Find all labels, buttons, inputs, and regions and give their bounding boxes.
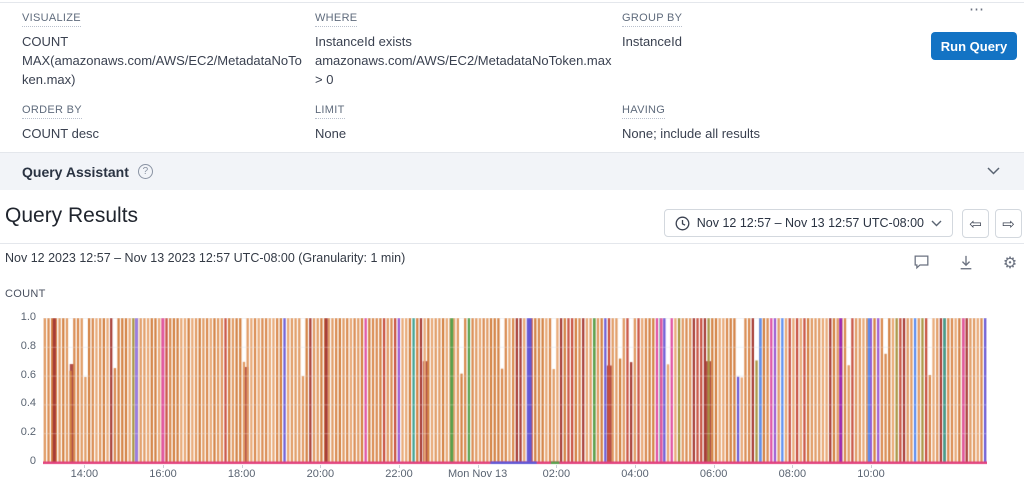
arrow-left-icon: ⇦ xyxy=(969,215,982,233)
comment-icon[interactable] xyxy=(911,252,931,272)
x-axis-tick: 10:00 xyxy=(857,468,885,480)
group-by-label: GROUP BY xyxy=(622,12,682,27)
chevron-down-icon xyxy=(931,220,942,227)
having-label: HAVING xyxy=(622,104,665,119)
visualize-value-count[interactable]: COUNT xyxy=(22,32,306,51)
order-by-label: ORDER BY xyxy=(22,104,82,119)
x-axis-tick: 02:00 xyxy=(543,468,571,480)
x-axis-tick: 16:00 xyxy=(149,468,177,480)
time-range-label: Nov 12 12:57 – Nov 13 12:57 UTC-08:00 xyxy=(697,216,924,230)
download-icon[interactable] xyxy=(956,252,976,272)
clause-group-by: GROUP BY InstanceId xyxy=(622,8,902,51)
clause-having: HAVING None; include all results xyxy=(622,100,922,143)
limit-value[interactable]: None xyxy=(315,124,620,143)
arrow-right-icon: ⇨ xyxy=(1002,215,1015,233)
x-axis-tick: 06:00 xyxy=(700,468,728,480)
where-label: WHERE xyxy=(315,12,357,27)
query-assistant-panel[interactable]: Query Assistant ? xyxy=(0,152,1024,190)
time-range-picker[interactable]: Nov 12 12:57 – Nov 13 12:57 UTC-08:00 xyxy=(664,209,953,237)
more-options-icon[interactable]: ⋯ xyxy=(962,0,992,18)
gear-icon[interactable]: ⚙ xyxy=(1000,252,1020,272)
time-forward-button[interactable]: ⇨ xyxy=(995,209,1022,238)
y-axis-tick: 1.0 xyxy=(2,311,36,323)
clause-limit: LIMIT None xyxy=(315,100,620,143)
order-by-value[interactable]: COUNT desc xyxy=(22,124,306,143)
run-query-button[interactable]: Run Query xyxy=(931,32,1017,60)
query-assistant-title: Query Assistant xyxy=(22,164,129,180)
y-axis-tick: 0.2 xyxy=(2,426,36,438)
visualize-label: VISUALIZE xyxy=(22,12,81,27)
clock-icon xyxy=(675,216,690,231)
x-axis-tick: 22:00 xyxy=(385,468,413,480)
x-axis-tick: Mon Nov 13 xyxy=(448,468,507,480)
having-value[interactable]: None; include all results xyxy=(622,124,922,143)
clause-visualize: VISUALIZE COUNT MAX(amazonaws.com/AWS/EC… xyxy=(22,8,306,89)
where-value-gt0[interactable]: amazonaws.com/AWS/EC2/MetadataNoToken.ma… xyxy=(315,51,620,89)
y-axis-tick: 0.8 xyxy=(2,340,36,352)
time-range-subtitle: Nov 12 2023 12:57 – Nov 13 2023 12:57 UT… xyxy=(5,251,405,265)
visualize-value-max[interactable]: MAX(amazonaws.com/AWS/EC2/MetadataNoToke… xyxy=(22,51,306,89)
x-axis-tick: 04:00 xyxy=(621,468,649,480)
chevron-down-icon[interactable] xyxy=(987,167,1000,175)
where-value-exists[interactable]: InstanceId exists xyxy=(315,32,620,51)
x-axis-tick: 18:00 xyxy=(228,468,256,480)
group-by-value[interactable]: InstanceId xyxy=(622,32,902,51)
limit-label: LIMIT xyxy=(315,104,345,119)
clause-order-by: ORDER BY COUNT desc xyxy=(22,100,306,143)
clause-where: WHERE InstanceId exists amazonaws.com/AW… xyxy=(315,8,620,89)
y-axis-tick: 0.4 xyxy=(2,397,36,409)
x-axis-tick: 14:00 xyxy=(71,468,99,480)
count-chart-canvas[interactable] xyxy=(43,318,987,465)
y-axis-tick: 0 xyxy=(2,455,36,467)
time-back-button[interactable]: ⇦ xyxy=(962,209,989,238)
page-title: Query Results xyxy=(5,204,138,228)
chart-metric-label: COUNT xyxy=(5,288,46,300)
top-divider xyxy=(0,2,1024,3)
x-axis-tick: 08:00 xyxy=(779,468,807,480)
y-axis-tick: 0.6 xyxy=(2,369,36,381)
x-axis-tick: 20:00 xyxy=(307,468,335,480)
header-divider xyxy=(0,243,1024,244)
help-icon[interactable]: ? xyxy=(138,164,153,179)
